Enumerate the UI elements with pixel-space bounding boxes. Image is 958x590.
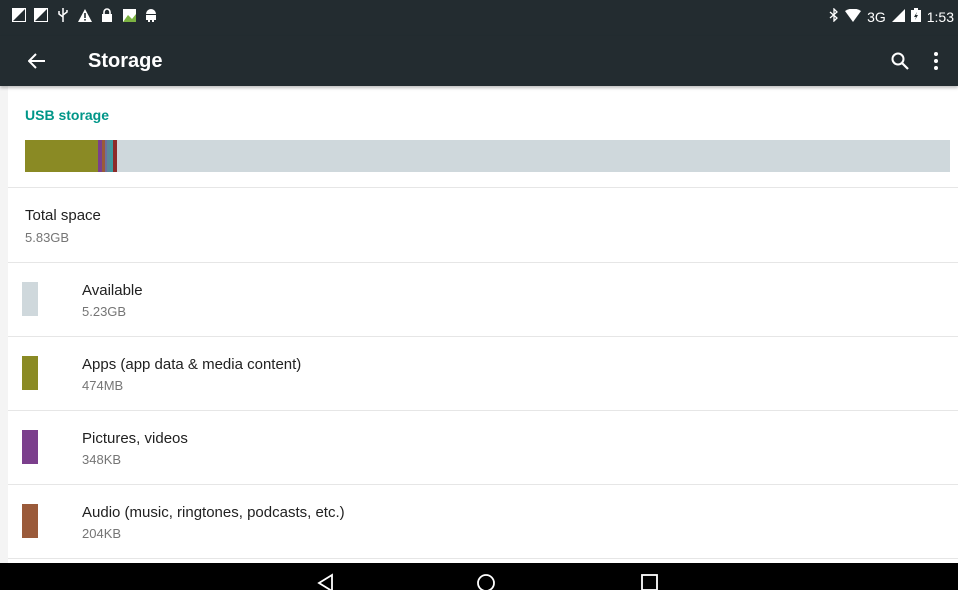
search-icon[interactable]: [886, 47, 914, 75]
page-title: Storage: [88, 50, 163, 72]
storage-item-size: 348KB: [82, 452, 122, 467]
storage-segment-other4: [112, 140, 117, 172]
app-toolbar: Storage: [0, 36, 958, 86]
divider: [8, 558, 958, 559]
settings-content: USB storage Total space 5.83GB Available…: [8, 0, 958, 590]
color-swatch: [22, 430, 38, 464]
signal-icon: [891, 8, 905, 25]
nav-home-icon[interactable]: [476, 573, 500, 590]
storage-item-size: 5.23GB: [82, 304, 127, 319]
storage-item-apps[interactable]: Apps (app data & media content) 474MB: [8, 337, 958, 411]
screen: USB storage Total space 5.83GB Available…: [0, 0, 958, 590]
storage-usage-bar: [25, 140, 950, 172]
network-type: 3G: [867, 8, 886, 25]
usb-icon: [56, 8, 70, 22]
nav-back-icon[interactable]: [316, 573, 340, 590]
lock-icon: [100, 8, 114, 22]
storage-item-size: 204KB: [82, 526, 122, 541]
color-swatch: [22, 356, 38, 390]
color-swatch: [22, 282, 38, 316]
more-vert-icon[interactable]: [924, 47, 948, 75]
storage-item-title: Available: [82, 282, 143, 299]
navigation-bar: [0, 563, 958, 590]
battery-icon: [910, 8, 921, 25]
total-space-title: Total space: [25, 207, 101, 224]
warning-icon: [78, 8, 92, 22]
divider: [8, 187, 958, 188]
status-bar: 3G 1:53: [0, 0, 958, 36]
bluetooth-icon: [829, 7, 839, 25]
gallery-icon: [122, 8, 136, 22]
system-status-icons: 3G 1:53: [829, 7, 954, 25]
image-notification-icon: [34, 8, 48, 22]
notification-icons: [12, 8, 158, 22]
nav-recents-icon[interactable]: [640, 573, 664, 590]
storage-item-available[interactable]: Available 5.23GB: [8, 263, 958, 337]
color-swatch: [22, 504, 38, 538]
storage-item-title: Audio (music, ringtones, podcasts, etc.): [82, 504, 345, 521]
storage-item-title: Pictures, videos: [82, 430, 188, 447]
storage-item-audio[interactable]: Audio (music, ringtones, podcasts, etc.)…: [8, 485, 958, 559]
storage-item-size: 474MB: [82, 378, 124, 393]
image-notification-icon: [12, 8, 26, 22]
storage-item-pictures-videos[interactable]: Pictures, videos 348KB: [8, 411, 958, 485]
section-header-usb-storage: USB storage: [25, 107, 110, 123]
storage-segment-apps: [25, 140, 99, 172]
clock: 1:53: [926, 8, 954, 25]
arrow-back-icon[interactable]: [22, 46, 52, 76]
android-icon: [144, 8, 158, 22]
wifi-icon: [845, 8, 862, 25]
storage-item-title: Apps (app data & media content): [82, 356, 302, 373]
total-space-value: 5.83GB: [25, 230, 70, 245]
